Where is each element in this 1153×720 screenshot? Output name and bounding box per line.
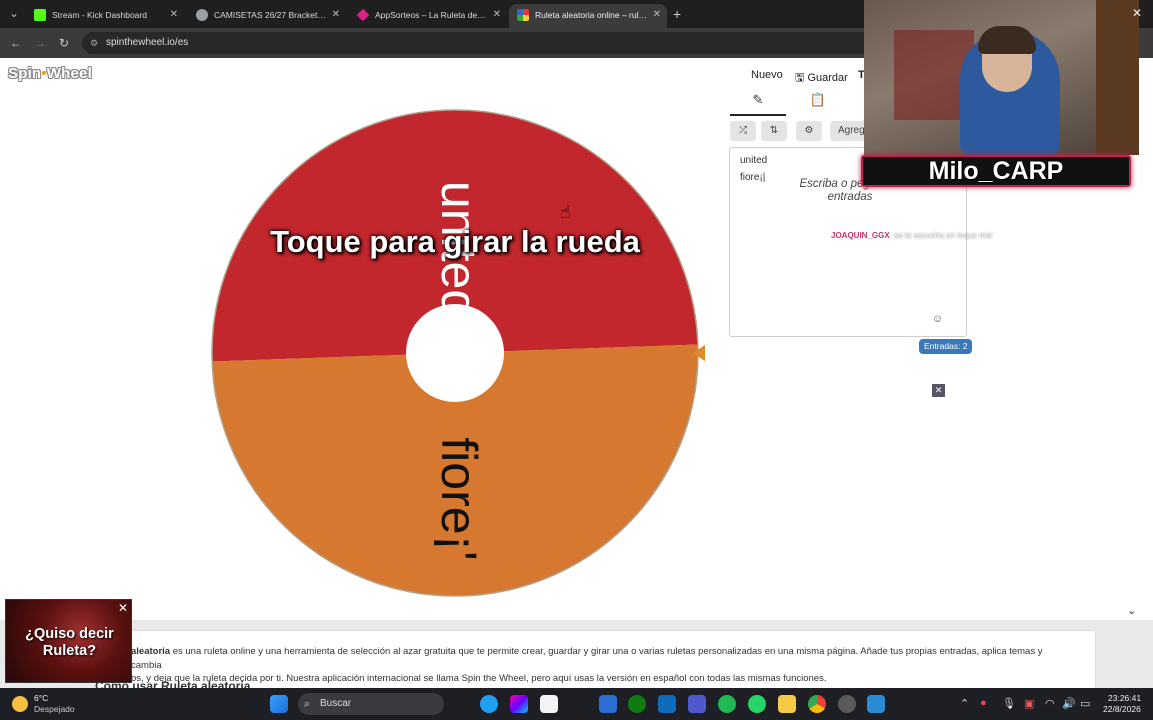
settings-icon: ⚙: [804, 125, 814, 136]
entries-count-badge: Entradas: 2: [919, 339, 973, 354]
chevron-down-icon[interactable]: ⌄: [1127, 604, 1136, 617]
close-icon[interactable]: ✕: [932, 384, 945, 397]
clipboard-icon: 📋: [809, 92, 827, 107]
microphone-icon[interactable]: 🎙: [1002, 697, 1016, 710]
tray-app-icon[interactable]: ●: [980, 697, 987, 709]
edge-icon[interactable]: [480, 695, 498, 713]
back-icon[interactable]: ←: [8, 35, 24, 51]
description-text: aleatoria es una ruleta online y una her…: [131, 646, 1043, 684]
tab-search-button[interactable]: ⌄: [4, 4, 24, 24]
xbox-icon[interactable]: [628, 695, 646, 713]
start-windows-icon[interactable]: [270, 695, 288, 713]
reload-icon[interactable]: ↻: [56, 35, 72, 51]
close-tab-icon[interactable]: ✕: [653, 4, 661, 26]
segment-label-fiore: fiore¡': [431, 437, 487, 560]
shuffle-icon: ⤮: [739, 125, 747, 136]
battery-icon[interactable]: ▭: [1080, 697, 1090, 710]
streamer-name-banner: Milo_CARP: [861, 155, 1131, 187]
wheel-graphic[interactable]: united fiore¡': [205, 103, 715, 603]
weather-temperature[interactable]: 6°C: [34, 693, 48, 703]
tray-app-icon[interactable]: ▣: [1024, 697, 1034, 710]
clock-date[interactable]: 22/8/2026: [1103, 704, 1141, 714]
tab-camisetas-bracket[interactable]: CAMISETAS 26/27 Bracket - Bra ✕: [188, 4, 346, 28]
taskbar-search[interactable]: ⌕ Buscar: [298, 693, 444, 715]
chrome-icon[interactable]: [808, 695, 826, 713]
wheel-favicon-icon: [517, 9, 529, 21]
ad-banner[interactable]: ✕ ¿Quiso decir Ruleta?: [5, 599, 132, 683]
wifi-icon[interactable]: ◠: [1045, 697, 1055, 710]
whatsapp-icon[interactable]: [748, 695, 766, 713]
sort-icon: ⇅: [769, 125, 779, 136]
new-tab-button[interactable]: +: [673, 4, 681, 24]
settings-button[interactable]: ⚙: [796, 121, 822, 141]
sort-button[interactable]: ⇅: [761, 121, 787, 141]
file-explorer-icon[interactable]: [778, 695, 796, 713]
entry-line: united: [740, 155, 768, 166]
entry-line: fiore¡|: [740, 172, 766, 183]
new-button[interactable]: Nuevo: [751, 69, 783, 81]
globe-icon: [196, 9, 208, 21]
chat-overlay-message: JOAQUIN_GGX: se te escucha un toque mal: [831, 231, 992, 240]
save-button[interactable]: 🖫 Guardar: [795, 69, 848, 88]
webcam-overlay: [864, 0, 1139, 155]
weather-moon-icon[interactable]: [12, 696, 28, 712]
close-tab-icon[interactable]: ✕: [170, 4, 178, 26]
chevron-up-icon[interactable]: ⌃: [960, 697, 969, 710]
copilot-icon[interactable]: [510, 695, 528, 713]
save-icon: 🖫: [795, 72, 808, 84]
site-logo[interactable]: Spin•Wheel: [8, 65, 92, 82]
tab-edit-entries[interactable]: ✎: [730, 92, 786, 116]
tab-results[interactable]: 📋: [790, 92, 846, 116]
app-icon[interactable]: [599, 695, 617, 713]
address-bar[interactable]: ⚙ spinthewheel.io/es: [82, 32, 882, 54]
appsorteos-icon: [356, 8, 370, 22]
spin-wheel[interactable]: united fiore¡': [205, 103, 715, 603]
emoji-icon[interactable]: ☺: [932, 313, 943, 325]
clock-time[interactable]: 23:26:41: [1108, 693, 1141, 703]
description-section: aleatoria es una ruleta online y una her…: [0, 620, 1153, 688]
ad-text: ¿Quiso decir Ruleta?: [25, 626, 114, 659]
tab-kick-dashboard[interactable]: Stream - Kick Dashboard ✕: [26, 4, 184, 28]
site-info-icon[interactable]: ⚙: [90, 32, 98, 54]
close-tab-icon[interactable]: ✕: [332, 4, 340, 26]
kick-icon: [34, 9, 46, 21]
pencil-icon: ✎: [752, 92, 764, 107]
forward-icon[interactable]: →: [32, 35, 48, 51]
shuffle-button[interactable]: ⤮: [730, 121, 756, 141]
obs-icon[interactable]: [838, 695, 856, 713]
tab-appsorteos[interactable]: AppSorteos – La Ruleta de la S ✕: [349, 4, 507, 28]
windows-taskbar: 6°C Despejado ⌕ Buscar ⌃ ● 🎙 ▣ ◠ 🔊 ▭ 23:…: [0, 688, 1153, 720]
close-tab-icon[interactable]: ✕: [493, 4, 501, 26]
hand-cursor-icon: ☝: [560, 202, 571, 222]
volume-icon[interactable]: 🔊: [1062, 697, 1076, 710]
spotify-icon[interactable]: [718, 695, 736, 713]
tab-ruleta-aleatoria[interactable]: Ruleta aleatoria online – ruleta ✕: [509, 4, 667, 28]
search-icon: ⌕: [304, 698, 311, 710]
spin-caption[interactable]: Toque para girar la rueda: [210, 224, 700, 260]
close-icon[interactable]: ✕: [118, 601, 128, 615]
close-icon[interactable]: ✕: [1132, 6, 1142, 20]
wheel-center-hole[interactable]: [406, 304, 504, 402]
teams-icon[interactable]: [688, 695, 706, 713]
description-card: aleatoria es una ruleta online y una her…: [94, 630, 1096, 688]
app-icon[interactable]: [867, 695, 885, 713]
outlook-icon[interactable]: [658, 695, 676, 713]
store-icon[interactable]: [540, 695, 558, 713]
weather-description[interactable]: Despejado: [34, 704, 75, 714]
